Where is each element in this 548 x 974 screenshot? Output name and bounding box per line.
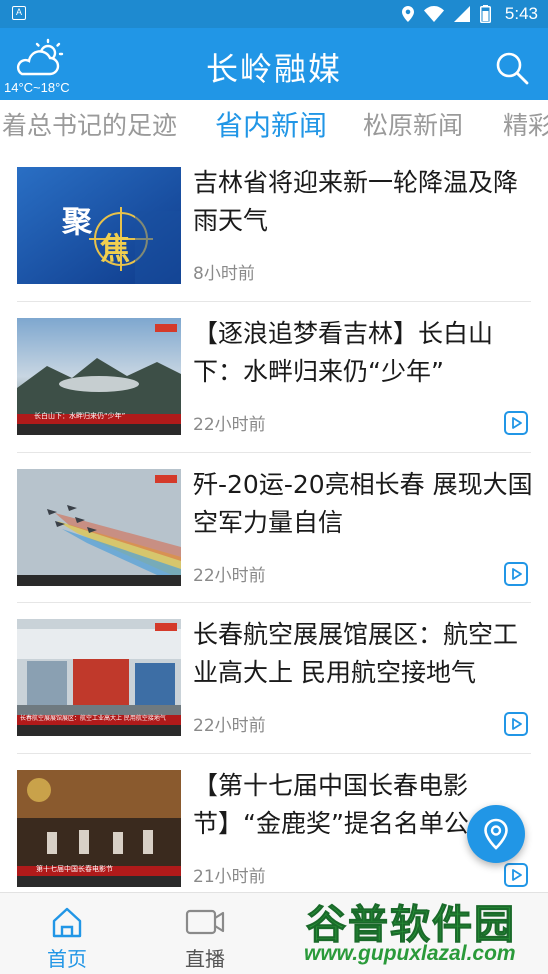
watermark-url: www.gupuxlazal.com bbox=[304, 942, 516, 965]
nav-label: 直播 bbox=[185, 947, 225, 971]
news-thumbnail bbox=[17, 469, 181, 586]
watermark: 谷普软件园 www.gupuxlazal.com bbox=[300, 888, 548, 974]
news-time: 22小时前 bbox=[193, 566, 266, 586]
tab-highlights[interactable]: 精彩 bbox=[503, 106, 548, 142]
news-time: 22小时前 bbox=[193, 415, 266, 435]
news-headline: 【逐浪追梦看吉林】长白山下：水畔归来仍“少年” bbox=[193, 319, 494, 386]
tab-songyuan-news[interactable]: 松原新闻 bbox=[363, 106, 463, 142]
wifi-icon bbox=[423, 6, 444, 22]
news-headline: 歼-20运-20亮相长春 展现大国空军力量自信 bbox=[193, 470, 533, 537]
app-header: 14°C~18°C 长岭融媒 bbox=[0, 28, 548, 100]
nav-label: 首页 bbox=[47, 947, 87, 971]
location-status-icon bbox=[401, 6, 414, 22]
thumbnail-caption: 长春航空展展馆展区：航空工业高大上 民用航空接地气 bbox=[20, 715, 166, 722]
news-time: 22小时前 bbox=[193, 716, 266, 736]
news-headline: 【第十七届中国长春电影节】“金鹿奖”提名名单公 bbox=[193, 771, 469, 838]
video-play-icon bbox=[504, 562, 528, 586]
news-item[interactable]: 歼-20运-20亮相长春 展现大国空军力量自信 22小时前 bbox=[0, 452, 548, 602]
location-pin-icon bbox=[484, 818, 508, 850]
thumbnail-caption: 长白山下：水畔归来仍“少年” bbox=[34, 412, 126, 420]
location-button[interactable] bbox=[467, 805, 525, 863]
tab-provincial-news[interactable]: 省内新闻 bbox=[215, 104, 327, 144]
nav-home[interactable]: 首页 bbox=[17, 893, 117, 974]
search-icon[interactable] bbox=[494, 50, 530, 86]
status-icons: 5:43 bbox=[401, 0, 538, 28]
status-bar: A 5:43 bbox=[0, 0, 548, 28]
video-play-icon bbox=[504, 411, 528, 435]
news-headline: 长春航空展展馆展区：航空工业高大上 民用航空接地气 bbox=[193, 620, 519, 687]
status-time: 5:43 bbox=[504, 4, 538, 23]
news-item[interactable]: 长白山下：水畔归来仍“少年” 【逐浪追梦看吉林】长白山下：水畔归来仍“少年” 2… bbox=[0, 301, 548, 451]
news-headline: 吉林省将迎来新一轮降温及降雨天气 bbox=[193, 168, 519, 235]
news-time: 8小时前 bbox=[193, 264, 255, 284]
video-play-icon bbox=[504, 712, 528, 736]
nav-live[interactable]: 直播 bbox=[155, 893, 255, 974]
live-camera-icon bbox=[185, 909, 225, 935]
thumbnail-caption-jiao: 焦 bbox=[100, 232, 130, 267]
app-root: A 5:43 14°C~18°C 长岭融媒 着总书记的足迹 省内新闻 松原新闻 … bbox=[0, 0, 548, 974]
category-tabs: 着总书记的足迹 省内新闻 松原新闻 精彩 bbox=[0, 100, 548, 148]
signal-icon bbox=[453, 6, 470, 22]
battery-icon bbox=[479, 5, 491, 23]
news-thumbnail bbox=[17, 167, 181, 284]
app-notification-icon: A bbox=[12, 6, 26, 20]
tab-following-footsteps[interactable]: 着总书记的足迹 bbox=[2, 106, 177, 142]
news-time: 21小时前 bbox=[193, 867, 266, 887]
thumbnail-caption: 第十七届中国长春电影节 bbox=[36, 865, 113, 873]
video-play-icon bbox=[504, 863, 528, 887]
news-item[interactable]: 聚 焦 吉林省将迎来新一轮降温及降雨天气 8小时前 bbox=[0, 150, 548, 300]
app-title: 长岭融媒 bbox=[205, 50, 342, 88]
news-item[interactable]: 长春航空展展馆展区：航空工业高大上 民用航空接地气 长春航空展展馆展区：航空工业… bbox=[0, 602, 548, 752]
home-icon bbox=[52, 907, 82, 938]
thumbnail-caption-ju: 聚 bbox=[62, 205, 92, 240]
news-item[interactable]: 第十七届中国长春电影节 【第十七届中国长春电影节】“金鹿奖”提名名单公 21小时… bbox=[0, 753, 548, 903]
